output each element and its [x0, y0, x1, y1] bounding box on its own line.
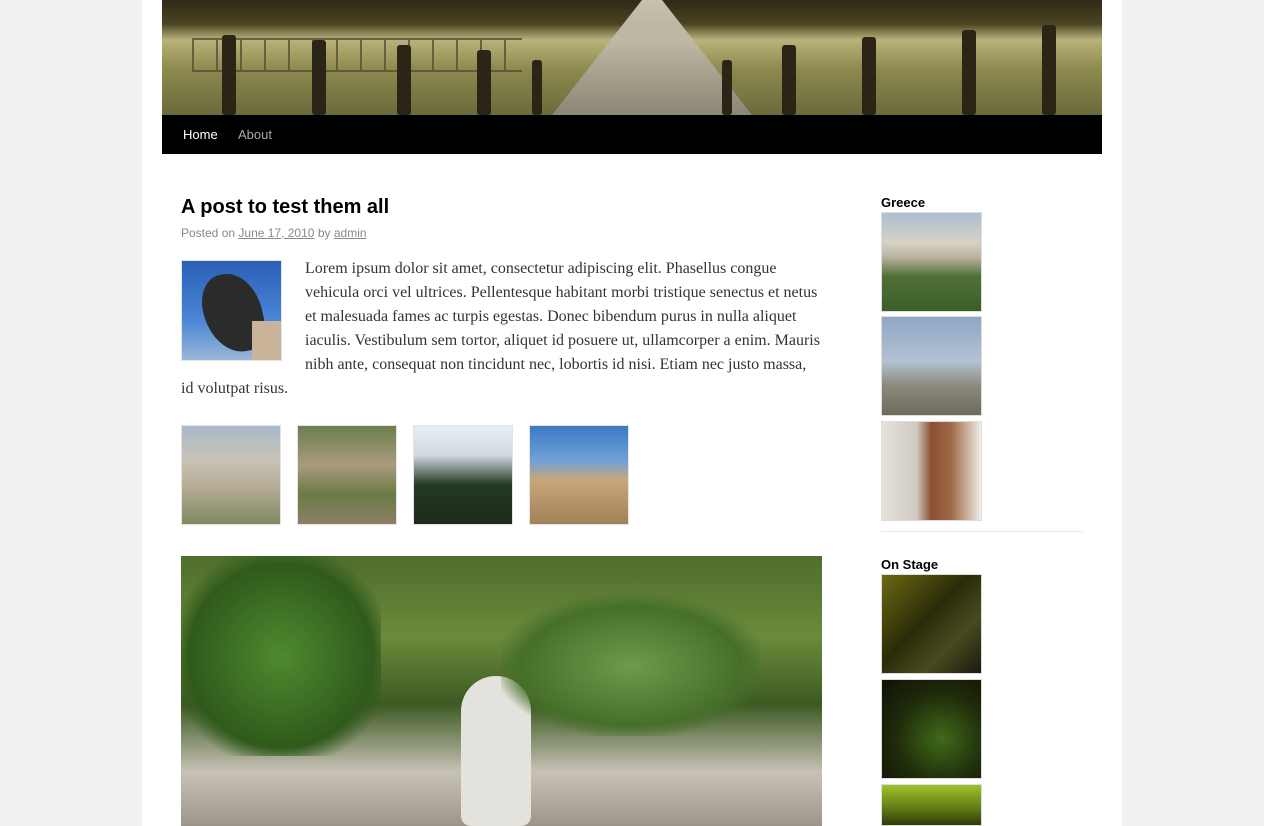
by-label: by — [317, 226, 331, 240]
tree-trunk — [782, 45, 796, 115]
gallery-thumbnail[interactable] — [413, 425, 513, 525]
widget-title-greece: Greece — [881, 195, 926, 210]
gallery-thumbnail[interactable] — [297, 425, 397, 525]
header-image — [162, 0, 1102, 115]
page-wrapper: Home About A post to test them all Poste… — [142, 0, 1122, 826]
on-stage-photo-1[interactable] — [881, 574, 982, 674]
tree-trunk — [722, 60, 732, 115]
post-content: Lorem ipsum dolor sit amet, consectetur … — [181, 257, 821, 401]
greece-photo-3[interactable] — [881, 421, 982, 521]
palm-shape — [501, 596, 761, 736]
sculpture-image[interactable] — [181, 260, 282, 361]
gallery-thumbnail[interactable] — [181, 425, 281, 525]
greece-photo-1[interactable] — [881, 212, 982, 312]
post-title[interactable]: A post to test them all — [181, 194, 389, 220]
fence — [192, 38, 522, 72]
post-meta: Posted on June 17, 2010 by admin — [181, 225, 367, 241]
tree-trunk — [862, 37, 876, 115]
on-stage-photo-3[interactable] — [881, 784, 982, 826]
post-date-link[interactable]: June 17, 2010 — [238, 226, 314, 240]
tree-trunk — [477, 50, 491, 115]
widget-title-on-stage: On Stage — [881, 557, 939, 572]
tree-trunk — [222, 35, 236, 115]
widget-divider — [881, 531, 1083, 532]
garden-statue-photo[interactable] — [181, 556, 822, 826]
nav-item-about[interactable]: About — [238, 115, 272, 154]
tree-trunk — [397, 45, 411, 115]
author-link[interactable]: admin — [334, 226, 367, 240]
foliage-shape — [181, 556, 381, 756]
tree-trunk — [1042, 25, 1056, 115]
nav-item-home[interactable]: Home — [183, 115, 218, 154]
main-navigation: Home About — [162, 115, 1102, 154]
greece-photo-2[interactable] — [881, 316, 982, 416]
on-stage-photo-2[interactable] — [881, 679, 982, 779]
tree-trunk — [532, 60, 542, 115]
tree-trunk — [962, 30, 976, 115]
posted-on-label: Posted on — [181, 226, 236, 240]
gallery-thumbnail[interactable] — [529, 425, 629, 525]
building-shape — [252, 321, 281, 360]
tree-trunk — [312, 40, 326, 115]
